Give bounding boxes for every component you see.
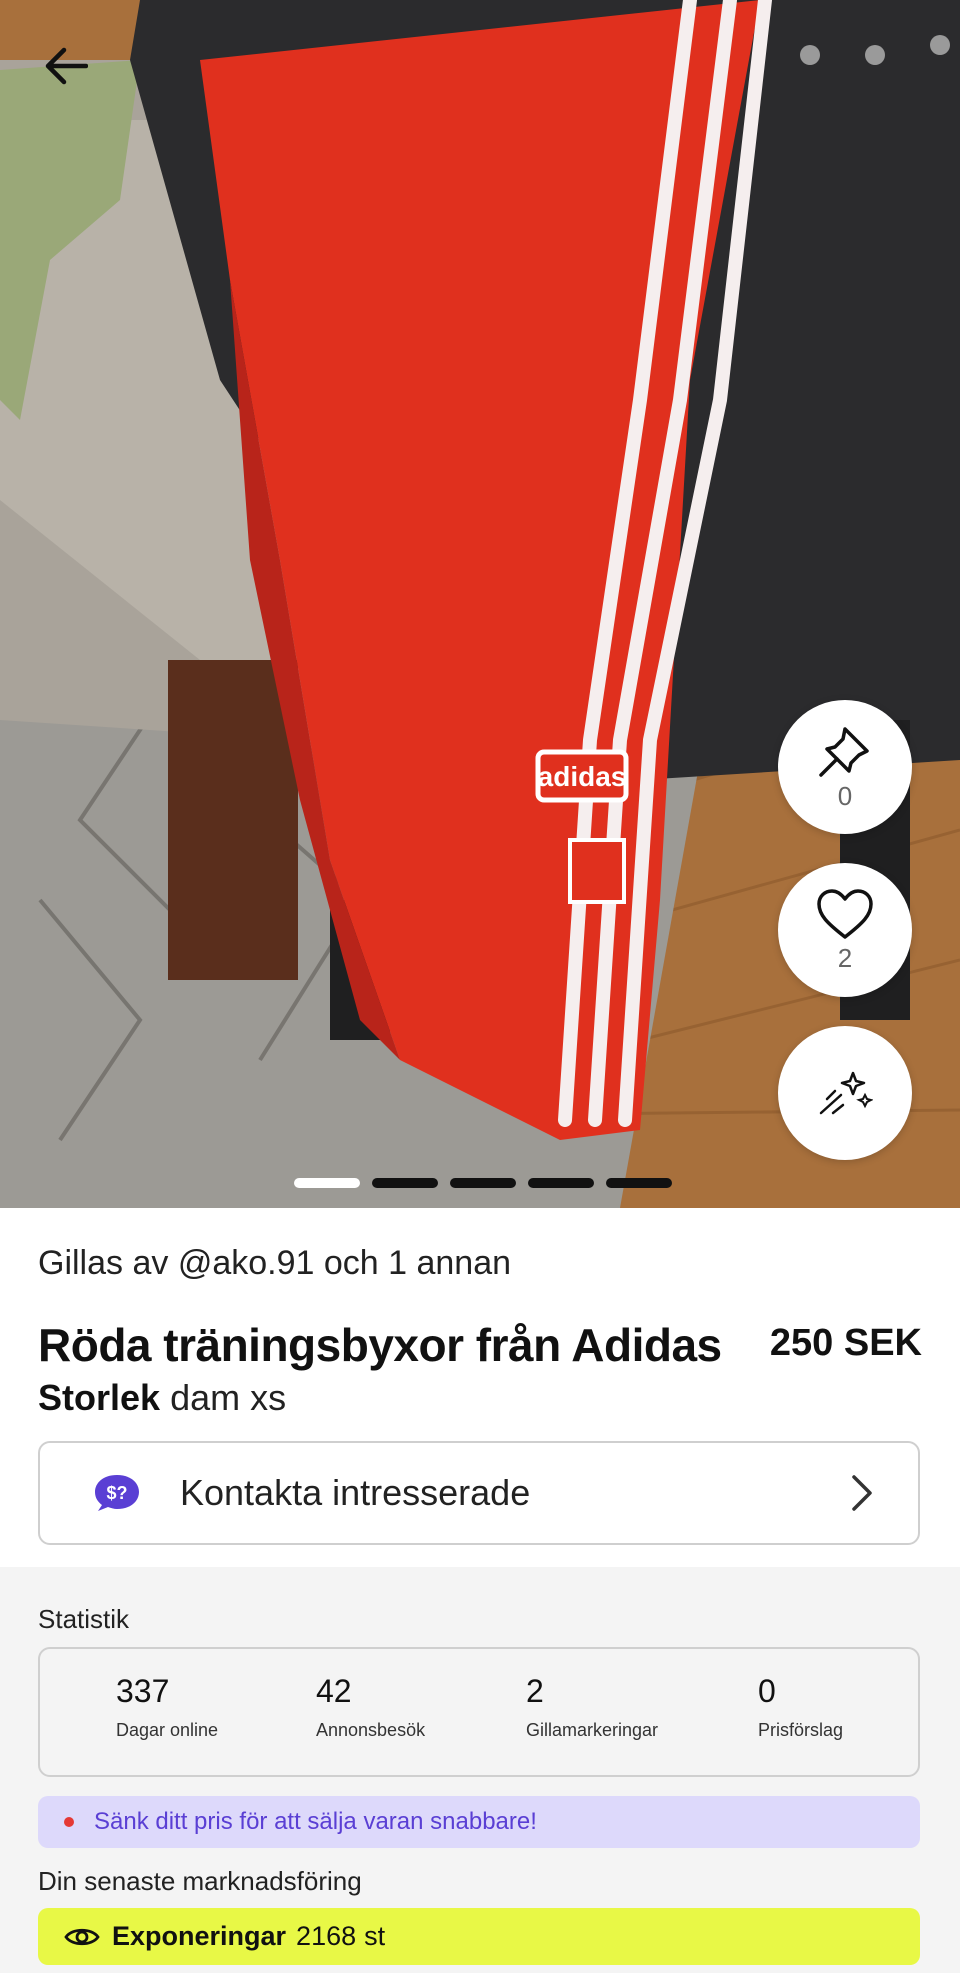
statistics-card: 337 Dagar online 42 Annonsbesök 2 Gillam… <box>38 1647 920 1777</box>
price-tip-banner[interactable]: Sänk ditt pris för att sälja varan snabb… <box>38 1796 920 1848</box>
product-title: Röda träningsbyxor från Adidas <box>38 1319 722 1371</box>
price-question-chat-icon: $? <box>95 1475 139 1511</box>
pin-icon <box>819 726 869 777</box>
statistics-title: Statistik <box>38 1604 130 1634</box>
carousel-dot[interactable] <box>606 1178 672 1188</box>
stat-label: Gillamarkeringar <box>526 1720 659 1740</box>
stat-price-offers: 0 Prisförslag <box>758 1673 843 1741</box>
exposure-label: Exponeringar <box>112 1921 287 1951</box>
contact-interested-label: Kontakta intresserade <box>180 1472 531 1513</box>
like-button[interactable]: 2 <box>778 863 912 997</box>
size-value: dam xs <box>170 1377 287 1418</box>
contact-icon-text: $? <box>106 1483 127 1503</box>
carousel-dot[interactable] <box>528 1178 594 1188</box>
stat-value: 2 <box>526 1673 544 1709</box>
product-photo: adidas <box>0 0 960 1208</box>
product-size: Storlek dam xs <box>38 1377 286 1419</box>
image-brand-text: adidas <box>538 761 627 792</box>
stat-label: Prisförslag <box>758 1720 844 1740</box>
like-count: 2 <box>837 942 853 973</box>
contact-interested-button[interactable]: $? Kontakta intresserade <box>38 1441 920 1545</box>
chevron-right-icon <box>852 1475 872 1511</box>
exposure-banner[interactable]: Exponeringar 2168 st <box>38 1908 920 1965</box>
size-label: Storlek <box>38 1377 161 1418</box>
stat-label: Dagar online <box>116 1720 219 1740</box>
product-image-carousel[interactable]: adidas 0 2 <box>0 0 960 1208</box>
sparkle-wand-icon <box>819 1071 873 1115</box>
exposure-value: 2168 <box>296 1921 357 1951</box>
arrow-left-icon <box>45 47 88 85</box>
stat-value: 337 <box>116 1673 170 1709</box>
tip-dot-icon <box>64 1817 74 1827</box>
pin-button[interactable]: 0 <box>778 700 912 834</box>
liked-by-text[interactable]: Gillas av @ako.91 och 1 annan <box>38 1244 511 1283</box>
exposure-unit: st <box>364 1921 386 1951</box>
stat-value: 42 <box>316 1673 352 1709</box>
carousel-dot[interactable] <box>372 1178 438 1188</box>
back-button[interactable] <box>38 38 94 94</box>
carousel-indicator <box>294 1178 672 1188</box>
product-price: 250 SEK <box>769 1322 922 1364</box>
pin-count: 0 <box>837 780 853 811</box>
stat-likes: 2 Gillamarkeringar <box>526 1673 658 1741</box>
marketing-title: Din senaste marknadsföring <box>38 1866 362 1896</box>
heart-icon <box>817 888 873 939</box>
stat-label: Annonsbesök <box>316 1720 426 1740</box>
eye-icon <box>64 1928 100 1945</box>
stat-value: 0 <box>758 1673 776 1709</box>
carousel-dot[interactable] <box>294 1178 360 1188</box>
stat-days-online: 337 Dagar online <box>116 1673 218 1741</box>
stat-ad-visits: 42 Annonsbesök <box>316 1673 425 1741</box>
price-tip-text: Sänk ditt pris för att sälja varan snabb… <box>94 1808 537 1835</box>
boost-button[interactable] <box>778 1026 912 1160</box>
carousel-dot[interactable] <box>450 1178 516 1188</box>
